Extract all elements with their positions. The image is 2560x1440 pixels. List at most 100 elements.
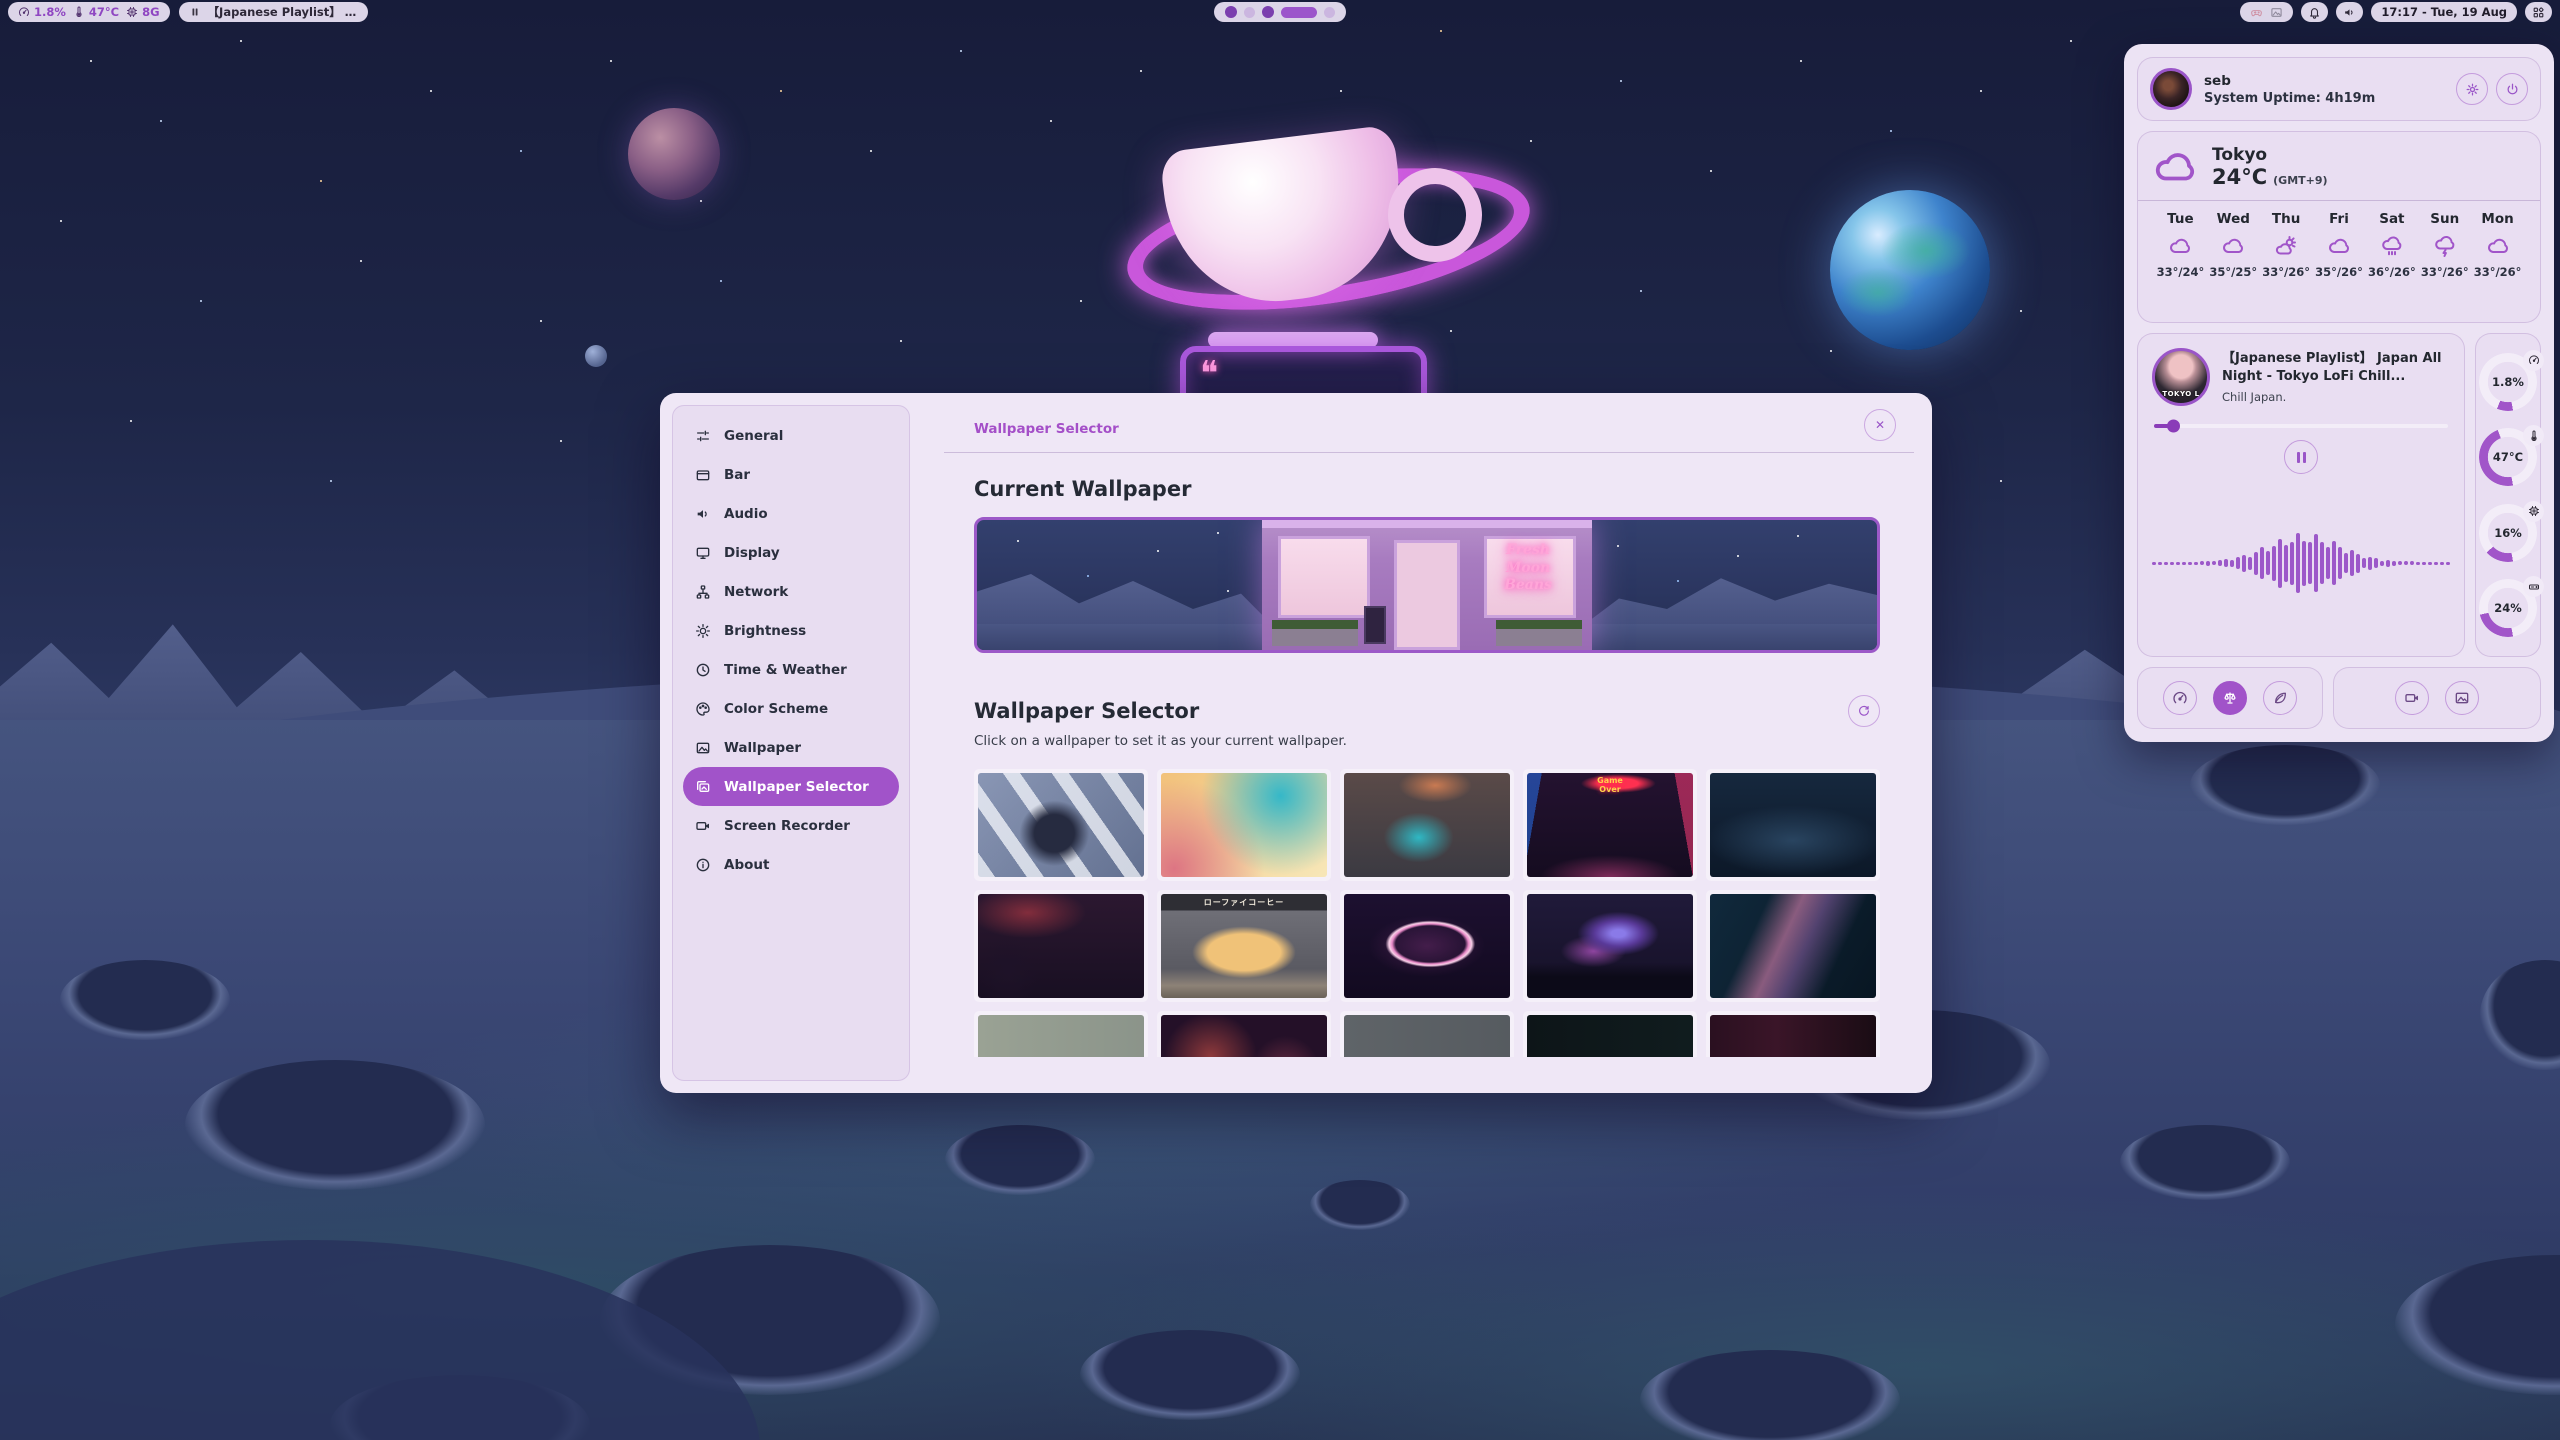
- system-uptime: System Uptime: 4h19m: [2204, 91, 2375, 106]
- wallpaper-grid: Game Over ローファイコーヒー: [974, 769, 1880, 1057]
- sidebar-item-screen-recorder[interactable]: Screen Recorder: [683, 806, 899, 845]
- powersave-profile-button[interactable]: [2263, 681, 2297, 715]
- refresh-button[interactable]: [1848, 695, 1880, 727]
- selector-heading: Wallpaper Selector: [974, 699, 1199, 723]
- forecast-day-tue: Tue33°/24°: [2154, 211, 2207, 279]
- track-title: 【Japanese Playlist】 Japan All Night - To…: [2222, 350, 2450, 385]
- preview-cafe: Fresh Moon Beans: [1262, 520, 1592, 650]
- power-profile-group: [2137, 667, 2323, 729]
- workspace-dot[interactable]: [1262, 6, 1274, 18]
- wallpaper-tile[interactable]: [1157, 1011, 1331, 1057]
- wallpaper-thumbnail-crimson-forest: [978, 894, 1144, 998]
- current-wallpaper-heading: Current Wallpaper: [974, 477, 1880, 501]
- wallpaper-tile[interactable]: [974, 890, 1148, 1002]
- weather-city: Tokyo: [2212, 145, 2328, 165]
- image-tray-icon[interactable]: [2270, 6, 2283, 19]
- stat-ring-chip: 16%: [2479, 504, 2537, 562]
- thermometer-icon: [73, 6, 85, 18]
- palette-icon: [695, 701, 711, 717]
- preview-mountains-right: [1577, 560, 1877, 630]
- crater: [1310, 1180, 1410, 1230]
- workspace-dot[interactable]: [1225, 6, 1237, 18]
- wallpaper-tile[interactable]: [1706, 890, 1880, 1002]
- sidebar-item-general[interactable]: General: [683, 416, 899, 455]
- wallpaper-tile[interactable]: [1157, 769, 1331, 881]
- pause-button[interactable]: [2284, 440, 2318, 474]
- controller-tray-icon[interactable]: [2250, 6, 2263, 19]
- crater: [2120, 1125, 2290, 1200]
- workspace-dot[interactable]: [1244, 7, 1255, 18]
- sidebar-item-network[interactable]: Network: [683, 572, 899, 611]
- gauge-icon: [2523, 350, 2544, 371]
- performance-profile-button[interactable]: [2163, 681, 2197, 715]
- sidebar-item-display[interactable]: Display: [683, 533, 899, 572]
- wallpaper-tile[interactable]: [974, 1011, 1148, 1057]
- wallpaper-thumbnail-autumn-dark: [1161, 1015, 1327, 1057]
- wallpaper-tile[interactable]: [1523, 1011, 1697, 1057]
- wallpaper-tile[interactable]: [1340, 890, 1514, 1002]
- wallpaper-tile[interactable]: [1340, 1011, 1514, 1057]
- settings-sidebar: GeneralBarAudioDisplayNetworkBrightnessT…: [672, 405, 910, 1081]
- sidebar-item-brightness[interactable]: Brightness: [683, 611, 899, 650]
- sidebar-item-wallpaper-selector[interactable]: Wallpaper Selector: [683, 767, 899, 806]
- wallpaper-button[interactable]: [2445, 681, 2479, 715]
- volume-button[interactable]: [2336, 2, 2363, 22]
- wallpaper-tile[interactable]: [1706, 769, 1880, 881]
- clock[interactable]: 17:17 - Tue, 19 Aug: [2371, 2, 2517, 22]
- stat-ring-gauge: 1.8%: [2479, 353, 2537, 411]
- sidebar-item-bar[interactable]: Bar: [683, 455, 899, 494]
- avatar: [2150, 68, 2192, 110]
- sidebar-item-about[interactable]: About: [683, 845, 899, 884]
- current-wallpaper-preview[interactable]: Fresh Moon Beans: [974, 517, 1880, 653]
- username: seb: [2204, 73, 2375, 89]
- settings-button[interactable]: [2456, 73, 2488, 105]
- speaker-icon: [2343, 6, 2356, 19]
- media-player-chip[interactable]: 【Japanese Playlist】 J...: [179, 2, 368, 22]
- cloud-icon: [2152, 144, 2198, 190]
- forecast-day-mon: Mon33°/26°: [2471, 211, 2524, 279]
- settings-window: GeneralBarAudioDisplayNetworkBrightnessT…: [660, 393, 1932, 1093]
- wallpaper-tile[interactable]: [974, 769, 1148, 881]
- cafe-window-left: [1278, 536, 1370, 618]
- monitor-icon: [695, 545, 711, 561]
- gauge-icon: [18, 6, 30, 18]
- power-button[interactable]: [2496, 73, 2528, 105]
- system-stats-card: 1.8%47°C16%24%: [2475, 333, 2541, 657]
- system-tray[interactable]: [2240, 2, 2293, 22]
- system-stats-chip[interactable]: 1.8% 47°C 8G: [8, 2, 170, 22]
- wallpaper-tile[interactable]: [1706, 1011, 1880, 1057]
- workspace-indicator[interactable]: [1214, 2, 1346, 22]
- workspace-active[interactable]: [1281, 7, 1317, 18]
- gauge-icon: [2172, 690, 2188, 706]
- crater: [2190, 745, 2380, 825]
- wallpaper-thumbnail-sage-field: [978, 1015, 1144, 1057]
- wallpaper-tile[interactable]: [1340, 769, 1514, 881]
- wallpaper-tile[interactable]: [1523, 890, 1697, 1002]
- small-moon: [585, 345, 607, 367]
- wallpaper-tile[interactable]: ローファイコーヒー: [1157, 890, 1331, 1002]
- balanced-profile-button[interactable]: [2213, 681, 2247, 715]
- wallpaper-tile[interactable]: Game Over: [1523, 769, 1697, 881]
- seek-thumb[interactable]: [2167, 420, 2180, 433]
- dashboard-toggle[interactable]: [2525, 2, 2552, 22]
- speaker-icon: [695, 506, 711, 522]
- sidebar-item-audio[interactable]: Audio: [683, 494, 899, 533]
- bell-icon: [2308, 6, 2321, 19]
- wallpaper-thumbnail-purple-ring: [1344, 894, 1510, 998]
- notifications-button[interactable]: [2301, 2, 2328, 22]
- wallpaper-thumbnail-anime-girl-crosswalk: [978, 773, 1144, 877]
- album-art: TOKYO L: [2152, 348, 2210, 406]
- sidebar-item-color-scheme[interactable]: Color Scheme: [683, 689, 899, 728]
- leaf-icon: [2272, 690, 2288, 706]
- sidebar-item-wallpaper[interactable]: Wallpaper: [683, 728, 899, 767]
- workspace-dot[interactable]: [1324, 7, 1335, 18]
- wallpaper-thumbnail-lofi-coffee-shop: ローファイコーヒー: [1161, 894, 1327, 998]
- close-button[interactable]: ✕: [1864, 409, 1896, 441]
- cafe-chalkboard: [1364, 606, 1386, 644]
- sidebar-item-time-weather[interactable]: Time & Weather: [683, 650, 899, 689]
- clock-icon: [695, 662, 711, 678]
- desktop: ❝ 1.8% 47°C 8G 【Japanese Playlist】 J...: [0, 0, 2560, 1440]
- seek-slider[interactable]: [2154, 424, 2448, 428]
- selector-subtitle: Click on a wallpaper to set it as your c…: [974, 733, 1880, 749]
- screen-record-button[interactable]: [2395, 681, 2429, 715]
